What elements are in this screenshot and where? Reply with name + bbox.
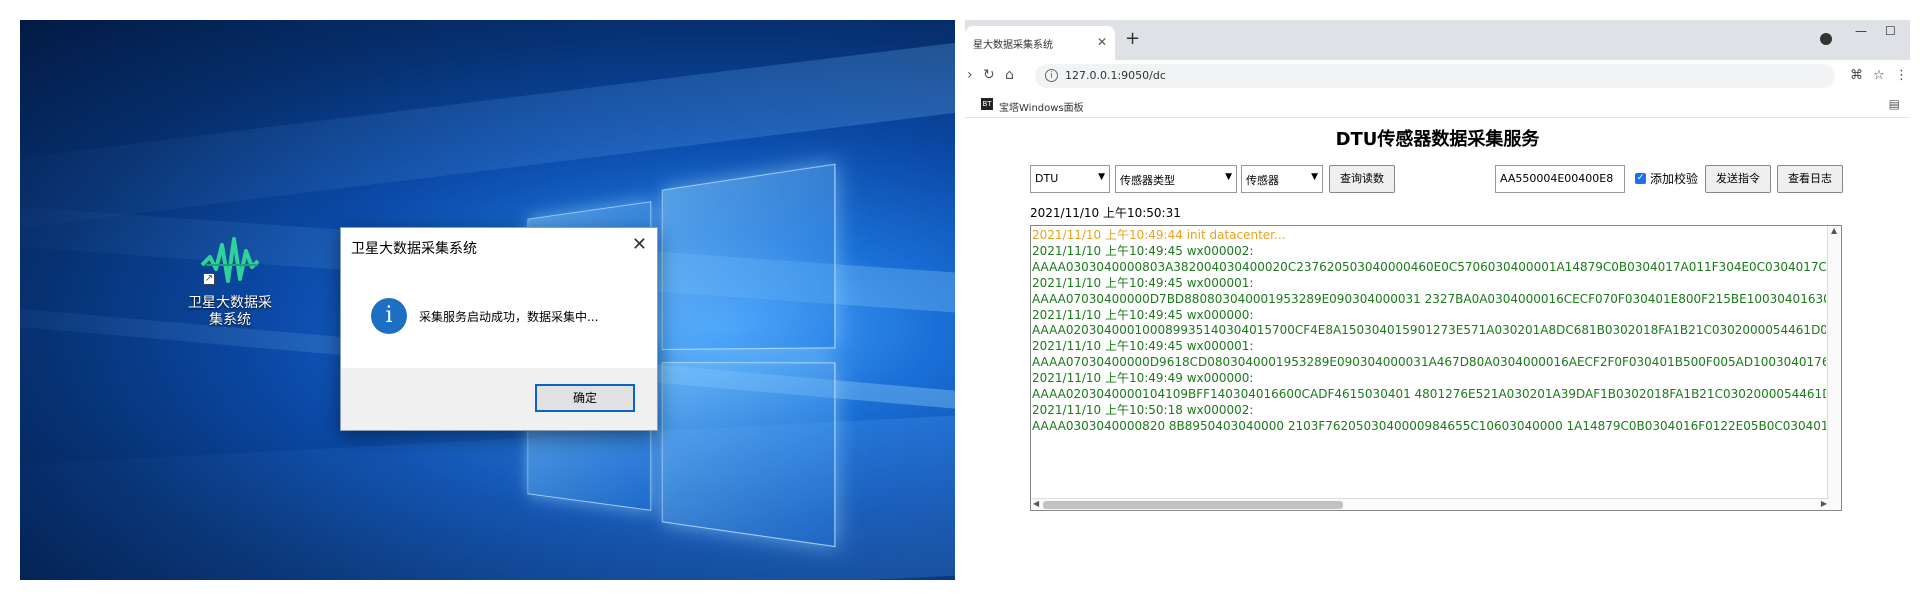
send-command-button[interactable]: 发送指令: [1705, 165, 1771, 193]
profile-icon[interactable]: [1820, 33, 1832, 45]
windows-desktop: ↗ 卫星大数据采 集系统 卫星大数据采集系统 ✕ i 采集服务启动成功，数据采集…: [20, 20, 955, 580]
log-line: AAAA07030400000D9618CD0803040001953289E0…: [1032, 355, 1826, 370]
chevron-down-icon: ▼: [1098, 172, 1105, 182]
shortcut-arrow-icon: ↗: [203, 273, 215, 285]
bt-panel-icon: BT: [981, 98, 993, 110]
browser-window: 星大数据采集系统 ✕ + — ☐ › ↻ ⌂ i 127.0.0.1:9050/…: [965, 20, 1910, 580]
site-info-icon[interactable]: i: [1045, 69, 1058, 82]
log-line: 2021/11/10 上午10:49:44 init datacenter...: [1032, 228, 1286, 242]
reading-list-icon[interactable]: ▤: [1889, 97, 1900, 111]
menu-icon[interactable]: ⋮: [1895, 68, 1908, 83]
message-dialog: 卫星大数据采集系统 ✕ i 采集服务启动成功，数据采集中... 确定: [340, 227, 658, 431]
ok-button[interactable]: 确定: [535, 384, 635, 412]
tab-title: 星大数据采集系统: [973, 40, 1053, 51]
checkbox-label: 添加校验: [1650, 172, 1699, 186]
back-icon[interactable]: ›: [967, 67, 973, 83]
sensor-type-select[interactable]: 传感器类型 ▼: [1115, 165, 1237, 193]
bookmarks-bar: BT 宝塔Windows面板 ▤: [965, 92, 1910, 118]
add-checksum-checkbox[interactable]: ✓: [1635, 173, 1646, 184]
log-line: 2021/11/10 上午10:49:45 wx000001:: [1032, 339, 1254, 354]
translate-icon[interactable]: ⌘: [1850, 68, 1863, 83]
tab-strip: 星大数据采集系统 ✕ + — ☐: [965, 20, 1910, 60]
scrollbar-thumb[interactable]: [1043, 501, 1343, 509]
log-line: AAAA0303040000803A382004030400020C237620…: [1032, 259, 1826, 274]
dialog-title: 卫星大数据采集系统: [351, 241, 477, 257]
browser-tab[interactable]: 星大数据采集系统 ✕: [965, 26, 1115, 60]
log-line: 2021/11/10 上午10:50:18 wx000002:: [1032, 402, 1254, 417]
reload-icon[interactable]: ↻: [983, 67, 995, 83]
command-input[interactable]: AA550004E00400E8: [1495, 165, 1625, 193]
log-line: AAAA07030400000D7BD880803040001953289E09…: [1032, 291, 1826, 306]
chevron-down-icon: ▼: [1225, 172, 1232, 182]
log-line: AAAA0203040000104109BFF140304016600CADF4…: [1032, 387, 1826, 402]
url-text: 127.0.0.1:9050/dc: [1065, 69, 1166, 82]
log-content: 2021/11/10 上午10:49:44 init datacenter...…: [1031, 228, 1826, 435]
info-icon: i: [371, 298, 407, 334]
horizontal-scrollbar[interactable]: ◀ ▶: [1031, 498, 1829, 510]
page-title: DTU传感器数据采集服务: [1335, 129, 1540, 150]
log-line: 2021/11/10 上午10:49:49 wx000000:: [1032, 371, 1254, 386]
dialog-message: 采集服务启动成功，数据采集中...: [419, 310, 599, 324]
log-line: AAAA0303040000820 8B8950403040000 2103F7…: [1032, 418, 1826, 433]
address-bar[interactable]: i 127.0.0.1:9050/dc: [1035, 64, 1835, 88]
current-timestamp: 2021/11/10 上午10:50:31: [1030, 206, 1181, 220]
bookmark-star-icon[interactable]: ☆: [1873, 68, 1885, 83]
maximize-icon[interactable]: ☐: [1885, 24, 1896, 38]
scroll-up-icon[interactable]: ▲: [1831, 226, 1837, 235]
logo-pane: [661, 362, 836, 548]
log-textarea[interactable]: 2021/11/10 上午10:49:44 init datacenter...…: [1030, 225, 1842, 511]
browser-toolbar: › ↻ ⌂ i 127.0.0.1:9050/dc ⌘ ☆ ⋮: [965, 60, 1910, 92]
log-line: 2021/11/10 上午10:49:45 wx000000:: [1032, 307, 1254, 322]
log-line: 2021/11/10 上午10:49:45 wx000002:: [1032, 243, 1254, 258]
home-icon[interactable]: ⌂: [1005, 67, 1014, 83]
dtu-select[interactable]: DTU ▼: [1030, 165, 1110, 193]
command-input-value: AA550004E00400E8: [1500, 172, 1614, 185]
sensor-select[interactable]: 传感器 ▼: [1241, 165, 1323, 193]
tab-close-icon[interactable]: ✕: [1097, 35, 1107, 49]
desktop-icon-label: 卫星大数据采 集系统: [188, 295, 272, 328]
dtu-select-value: DTU: [1035, 172, 1059, 185]
vertical-scrollbar[interactable]: ▲: [1827, 226, 1841, 510]
scroll-right-icon[interactable]: ▶: [1821, 499, 1827, 508]
query-readings-button[interactable]: 查询读数: [1329, 165, 1395, 193]
sensor-type-select-value: 传感器类型: [1120, 174, 1175, 187]
scroll-left-icon[interactable]: ◀: [1033, 499, 1039, 508]
minimize-icon[interactable]: —: [1855, 24, 1867, 38]
dialog-footer: 确定: [341, 368, 657, 430]
log-line: AAAA020304000100089935140304015700CF4E8A…: [1032, 323, 1826, 338]
bookmark-item[interactable]: 宝塔Windows面板: [999, 99, 1084, 114]
logo-pane: [661, 163, 836, 350]
new-tab-button[interactable]: +: [1125, 28, 1140, 49]
log-line: 2021/11/10 上午10:49:45 wx000001:: [1032, 275, 1254, 290]
chevron-down-icon: ▼: [1311, 172, 1318, 182]
close-icon[interactable]: ✕: [632, 234, 647, 255]
sensor-select-value: 传感器: [1246, 174, 1279, 187]
desktop-shortcut-icon[interactable]: ↗ 卫星大数据采 集系统: [175, 235, 285, 329]
view-log-button[interactable]: 查看日志: [1777, 165, 1843, 193]
